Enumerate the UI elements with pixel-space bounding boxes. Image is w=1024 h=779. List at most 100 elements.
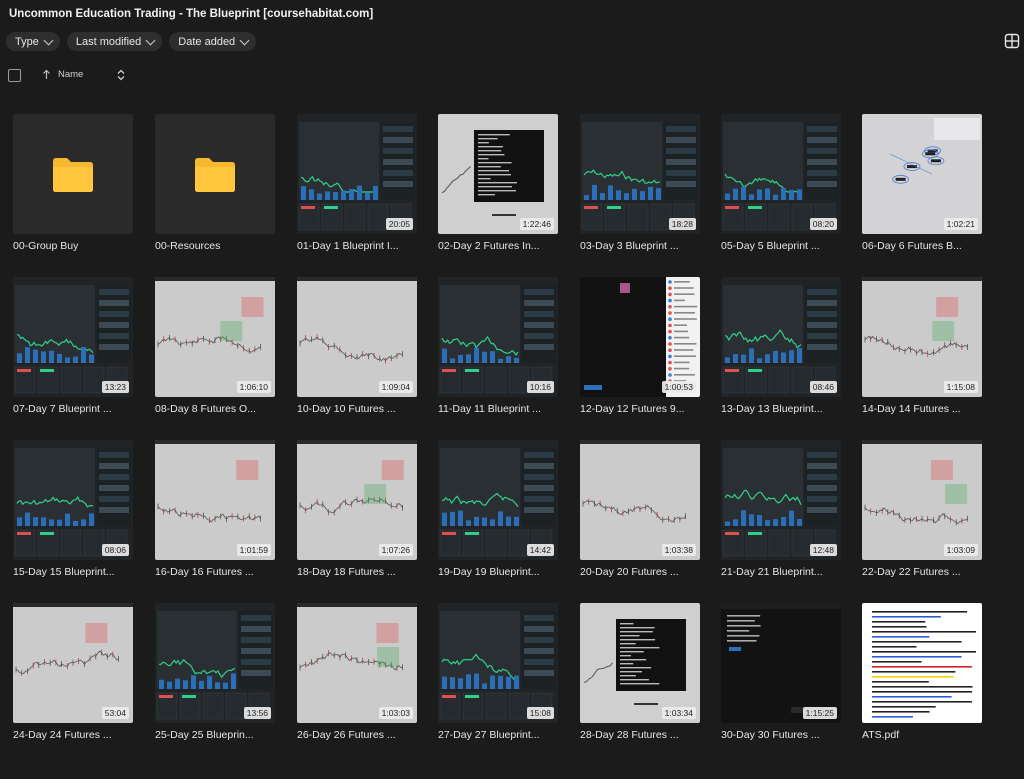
thumbnail: 12:48 <box>721 440 841 560</box>
item-label: 30-Day 30 Futures ... <box>721 729 820 741</box>
video-item[interactable]: 1:03:03 26-Day 26 Futures ... <box>297 603 419 741</box>
video-preview-image <box>297 440 417 560</box>
item-label: 19-Day 19 Blueprint... <box>438 566 540 578</box>
video-preview-image <box>13 440 133 560</box>
video-item[interactable]: 1:07:26 18-Day 18 Futures ... <box>297 440 419 578</box>
thumbnail: 1:06:10 <box>155 277 275 397</box>
video-item[interactable]: 1:22:46 02-Day 2 Futures In... <box>438 114 560 252</box>
video-item[interactable]: 53:04 24-Day 24 Futures ... <box>13 603 135 741</box>
item-label: 15-Day 15 Blueprint... <box>13 566 115 578</box>
item-label: 27-Day 27 Blueprint... <box>438 729 540 741</box>
item-label: 00-Group Buy <box>13 240 79 252</box>
duration-badge: 13:56 <box>243 707 271 719</box>
item-label: 13-Day 13 Blueprint... <box>721 403 823 415</box>
duration-badge: 15:08 <box>526 707 554 719</box>
video-item[interactable]: 1:03:34 28-Day 28 Futures ... <box>580 603 702 741</box>
video-item[interactable]: 1:03:38 20-Day 20 Futures ... <box>580 440 702 578</box>
thumbnail: 1:09:04 <box>297 277 417 397</box>
video-preview-image <box>438 440 558 560</box>
thumbnail: 1:03:38 <box>580 440 700 560</box>
duration-badge: 08:46 <box>809 381 837 393</box>
duration-badge: 1:03:03 <box>378 707 413 719</box>
video-item[interactable]: 08:46 13-Day 13 Blueprint... <box>721 277 843 415</box>
thumbnail: 15:08 <box>438 603 558 723</box>
item-label: 26-Day 26 Futures ... <box>297 729 396 741</box>
video-item[interactable]: 18:28 03-Day 3 Blueprint ... <box>580 114 702 252</box>
duration-badge: 1:15:08 <box>943 381 978 393</box>
item-label: 06-Day 6 Futures B... <box>862 240 962 252</box>
thumbnail <box>13 114 133 234</box>
item-label: 05-Day 5 Blueprint ... <box>721 240 820 252</box>
video-preview-image <box>13 277 133 397</box>
video-item[interactable]: 1:01:59 16-Day 16 Futures ... <box>155 440 277 578</box>
folder-icon <box>195 158 235 192</box>
duration-badge: 1:15:25 <box>802 707 837 719</box>
item-label: 25-Day 25 Blueprin... <box>155 729 254 741</box>
duration-badge: 1:01:59 <box>236 544 271 556</box>
item-label: 22-Day 22 Futures ... <box>862 566 961 578</box>
video-item[interactable]: 13:56 25-Day 25 Blueprin... <box>155 603 277 741</box>
video-item[interactable]: 10:16 11-Day 11 Blueprint ... <box>438 277 560 415</box>
video-preview-image <box>155 440 275 560</box>
video-preview-image <box>580 603 700 723</box>
video-item[interactable]: 1:15:25 30-Day 30 Futures ... <box>721 603 843 741</box>
thumbnail: 1:01:59 <box>155 440 275 560</box>
video-item[interactable]: 14:42 19-Day 19 Blueprint... <box>438 440 560 578</box>
thumbnail: 1:03:03 <box>297 603 417 723</box>
duration-badge: 1:03:09 <box>943 544 978 556</box>
duration-badge: 1:06:10 <box>236 381 271 393</box>
thumbnail: 1:15:08 <box>862 277 982 397</box>
duration-badge: 13:23 <box>101 381 129 393</box>
duration-badge: 53:04 <box>101 707 129 719</box>
item-label: 07-Day 7 Blueprint ... <box>13 403 112 415</box>
thumbnail: 1:15:25 <box>721 603 841 723</box>
item-label: 03-Day 3 Blueprint ... <box>580 240 679 252</box>
item-label: 02-Day 2 Futures In... <box>438 240 540 252</box>
file-grid: 00-Group Buy 00-Resources 20:05 01-Day 1 Bl… <box>0 0 1024 779</box>
video-item[interactable]: 1:09:04 10-Day 10 Futures ... <box>297 277 419 415</box>
thumbnail: 13:56 <box>155 603 275 723</box>
duration-badge: 1:03:34 <box>661 707 696 719</box>
video-item[interactable]: 1:00:53 12-Day 12 Futures 9... <box>580 277 702 415</box>
item-label: 08-Day 8 Futures O... <box>155 403 256 415</box>
thumbnail: 1:03:09 <box>862 440 982 560</box>
video-preview-image <box>580 440 700 560</box>
item-label: 28-Day 28 Futures ... <box>580 729 679 741</box>
video-item[interactable]: 1:15:08 14-Day 14 Futures ... <box>862 277 984 415</box>
pdf-preview-image <box>862 603 982 723</box>
duration-badge: 20:05 <box>385 218 413 230</box>
duration-badge: 1:00:53 <box>661 381 696 393</box>
folder-item[interactable]: 00-Resources <box>155 114 277 252</box>
thumbnail: 08:20 <box>721 114 841 234</box>
video-item[interactable]: 13:23 07-Day 7 Blueprint ... <box>13 277 135 415</box>
thumbnail <box>155 114 275 234</box>
video-item[interactable]: 20:05 01-Day 1 Blueprint I... <box>297 114 419 252</box>
item-label: 21-Day 21 Blueprint... <box>721 566 823 578</box>
duration-badge: 12:48 <box>809 544 837 556</box>
thumbnail: 08:46 <box>721 277 841 397</box>
duration-badge: 10:16 <box>526 381 554 393</box>
thumbnail: 1:07:26 <box>297 440 417 560</box>
video-preview-image <box>862 277 982 397</box>
item-label: 24-Day 24 Futures ... <box>13 729 112 741</box>
folder-item[interactable]: 00-Group Buy <box>13 114 135 252</box>
video-item[interactable]: 1:03:09 22-Day 22 Futures ... <box>862 440 984 578</box>
video-item[interactable]: 1:06:10 08-Day 8 Futures O... <box>155 277 277 415</box>
item-label: 14-Day 14 Futures ... <box>862 403 961 415</box>
video-preview-image <box>862 440 982 560</box>
duration-badge: 08:06 <box>101 544 129 556</box>
document-item[interactable]: ATS.pdf <box>862 603 984 741</box>
video-item[interactable]: 1:02:21 06-Day 6 Futures B... <box>862 114 984 252</box>
item-label: 00-Resources <box>155 240 221 252</box>
thumbnail: 10:16 <box>438 277 558 397</box>
video-preview-image <box>721 440 841 560</box>
video-preview-image <box>13 603 133 723</box>
thumbnail: 1:00:53 <box>580 277 700 397</box>
duration-badge: 1:22:46 <box>519 218 554 230</box>
video-item[interactable]: 08:20 05-Day 5 Blueprint ... <box>721 114 843 252</box>
video-item[interactable]: 08:06 15-Day 15 Blueprint... <box>13 440 135 578</box>
item-label: 01-Day 1 Blueprint I... <box>297 240 399 252</box>
video-item[interactable]: 15:08 27-Day 27 Blueprint... <box>438 603 560 741</box>
video-preview-image <box>862 114 982 234</box>
video-item[interactable]: 12:48 21-Day 21 Blueprint... <box>721 440 843 578</box>
